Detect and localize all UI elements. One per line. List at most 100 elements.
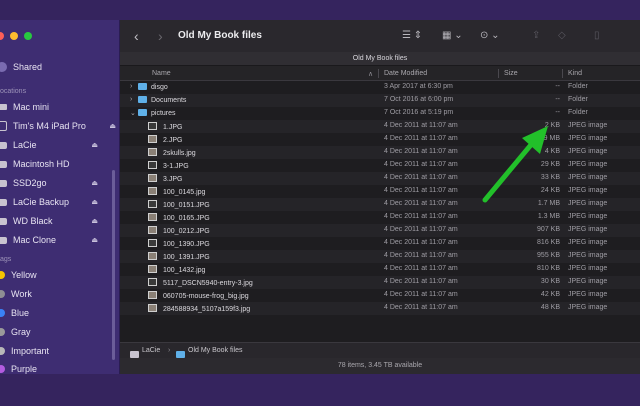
table-row[interactable]: 1.JPG 4 Dec 2011 at 11:07 am 2 KB JPEG imag… [120,120,640,133]
sidebar-tag-work[interactable]: Work [0,285,120,303]
column-separator [562,69,563,78]
table-row[interactable]: 3-1.JPG 4 Dec 2011 at 11:07 am 29 KB JPEG i… [120,159,640,172]
column-name[interactable]: Name [152,70,171,77]
disk-icon [0,160,7,168]
sidebar-tag-yellow[interactable]: Yellow [0,266,120,284]
file-name: 100_1390.JPG [163,241,210,248]
column-kind[interactable]: Kind [568,70,582,77]
sidebar-tag-blue[interactable]: Blue [0,304,120,322]
zoom-window-button[interactable] [24,32,32,40]
row-kind: Folder [568,83,588,90]
disk-icon [0,198,7,206]
row-size: 1.3 MB [537,213,560,220]
status-bar: 78 items, 3.45 TB available [120,358,640,374]
table-row[interactable]: › disgo 3 Apr 2017 at 6:30 pm -- Folder [120,81,640,94]
sidebar-item-ssd2go[interactable]: SSD2go ⏏ [0,174,120,192]
eject-icon[interactable]: ⏏ [91,179,98,187]
more-actions-button[interactable]: ⊙ ⌄ [480,30,500,41]
row-date: 4 Dec 2011 at 11:07 am [384,187,458,194]
eject-icon[interactable]: ⏏ [91,198,98,206]
image-thumbnail-icon [148,252,157,260]
table-row[interactable]: 284588934_5107a159f3.jpg 4 Dec 2011 at 11… [120,302,640,315]
table-row[interactable]: 060705-mouse-frog_big.jpg 4 Dec 2011 at 1… [120,289,640,302]
row-size: 4 KB [544,148,560,155]
eject-icon[interactable]: ⏏ [91,217,98,225]
sidebar-tag-gray[interactable]: Gray [0,323,120,341]
sidebar-item-label: Shared [13,62,43,72]
row-date: 4 Dec 2011 at 11:07 am [384,252,458,259]
table-row[interactable]: 2skulls.jpg 4 Dec 2011 at 11:07 am 4 KB JPE… [120,146,640,159]
file-name: 2skulls.jpg [163,150,196,157]
sidebar-item-label: Work [11,289,32,299]
back-button[interactable]: ‹ [134,28,139,44]
row-name: 100_1391.JPG [148,252,210,261]
traffic-lights [0,32,32,40]
sidebar-item-wd-black[interactable]: WD Black ⏏ [0,212,120,230]
path-separator: › [168,347,171,354]
sidebar-item-shared[interactable]: Shared [0,58,120,76]
table-row[interactable]: 100_1390.JPG 4 Dec 2011 at 11:07 am 816 KB… [120,237,640,250]
image-thumbnail-icon [148,161,157,169]
tag-button[interactable]: ◇ [558,30,566,41]
table-row[interactable]: 5117_DSCN5940-entry-3.jpg 4 Dec 2011 at 1… [120,276,640,289]
row-kind: JPEG image [568,148,608,155]
table-row[interactable]: 100_0212.JPG 4 Dec 2011 at 11:07 am 907 KB… [120,224,640,237]
image-thumbnail-icon [148,187,157,195]
path-root[interactable]: LaCie [142,347,160,354]
row-size: 24 KB [540,187,560,194]
table-row[interactable]: 100_1391.JPG 4 Dec 2011 at 11:07 am 955 KB… [120,250,640,263]
sidebar-item-macintosh-hd[interactable]: Macintosh HD [0,155,120,173]
list-view-button[interactable]: ☰ ⇕ [402,30,422,41]
table-row[interactable]: › Documents 7 Oct 2016 at 6:00 pm -- Folder [120,94,640,107]
table-row[interactable]: 3.JPG 4 Dec 2011 at 11:07 am 33 KB JPEG ima… [120,172,640,185]
image-thumbnail-icon [148,265,157,273]
toolbar: ‹ › Old My Book files ☰ ⇕ ▦ ⌄ ⊙ ⌄ ⇪ ◇ ▯ [120,20,640,52]
disclosure-chevron-icon[interactable]: › [130,96,132,103]
forward-button[interactable]: › [158,28,163,44]
row-size: 1.7 MB [537,200,560,207]
share-button[interactable]: ⇪ [532,30,540,41]
sidebar-item-label: Purple [11,364,38,374]
table-row[interactable]: 100_0145.jpg 4 Dec 2011 at 11:07 am 24 KB J… [120,185,640,198]
row-date: 4 Dec 2011 at 11:07 am [384,122,458,129]
eject-icon[interactable]: ⏏ [109,122,116,130]
row-size: -- [555,109,560,116]
table-row[interactable]: 100_0151.JPG 4 Dec 2011 at 11:07 am 1.7 MB… [120,198,640,211]
disclosure-chevron-icon[interactable]: ⌄ [130,109,136,117]
column-size[interactable]: Size [504,70,518,77]
table-row[interactable]: 100_0165.JPG 4 Dec 2011 at 11:07 am 1.3 MB… [120,211,640,224]
row-date: 4 Dec 2011 at 11:07 am [384,200,458,207]
row-size: 30 KB [540,278,560,285]
sidebar-item-mac-clone[interactable]: Mac Clone ⏏ [0,231,120,249]
row-date: 4 Dec 2011 at 11:07 am [384,226,458,233]
trash-button[interactable]: ▯ [594,30,600,41]
sidebar-item-lacie[interactable]: LaCie ⏏ [0,136,120,154]
table-row[interactable]: 100_1432.jpg 4 Dec 2011 at 11:07 am 810 KB… [120,263,640,276]
eject-icon[interactable]: ⏏ [91,141,98,149]
finder-window: Shared ocations Mac mini Tim's M4 iPad P… [0,20,640,374]
sidebar-tag-important[interactable]: Important [0,342,120,360]
table-row[interactable]: 2.JPG 4 Dec 2011 at 11:07 am 9 MB JPEG imag… [120,133,640,146]
path-bar: LaCie › Old My Book files [120,342,640,358]
table-row[interactable]: ⌄ pictures 7 Oct 2016 at 5:19 pm -- Folder [120,107,640,120]
computer-icon [0,104,7,110]
sidebar-item-lacie-backup[interactable]: LaCie Backup ⏏ [0,193,120,211]
disclosure-chevron-icon[interactable]: › [130,83,132,90]
row-kind: JPEG image [568,161,608,168]
minimize-window-button[interactable] [10,32,18,40]
row-kind: JPEG image [568,135,608,142]
column-date[interactable]: Date Modified [384,70,427,77]
group-button[interactable]: ▦ ⌄ [442,30,463,41]
file-name: 2.JPG [163,137,183,144]
row-date: 4 Dec 2011 at 11:07 am [384,148,458,155]
sidebar-tag-purple[interactable]: Purple [0,360,120,374]
sidebar-item-mac-mini[interactable]: Mac mini [0,98,120,116]
sidebar-item-ipad[interactable]: Tim's M4 iPad Pro ⏏ [0,117,120,135]
path-folder[interactable]: Old My Book files [188,347,242,354]
sidebar-scrollbar[interactable] [112,170,115,360]
row-name: Documents [138,96,186,104]
row-name: 1.JPG [148,122,182,131]
close-window-button[interactable] [0,32,4,40]
sort-chevron-icon: ∧ [368,71,374,78]
eject-icon[interactable]: ⏏ [91,236,98,244]
